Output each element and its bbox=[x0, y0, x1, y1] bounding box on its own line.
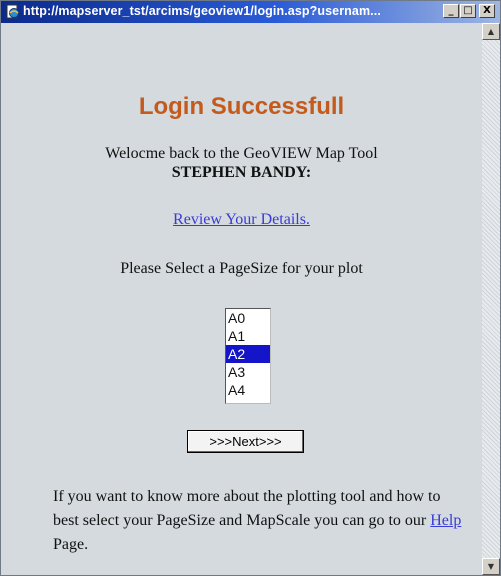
page-content: Login Successfull Welocme back to the Ge… bbox=[1, 23, 482, 575]
help-link[interactable]: Help bbox=[430, 512, 461, 529]
browser-window: http://mapserver_tst/arcims/geoview1/log… bbox=[0, 0, 501, 576]
ie-page-icon bbox=[5, 4, 20, 19]
page-title: Login Successfull bbox=[138, 93, 345, 120]
next-button[interactable]: >>>Next>>> bbox=[187, 430, 304, 453]
maximize-button[interactable]: □ bbox=[460, 4, 476, 18]
title-bar[interactable]: http://mapserver_tst/arcims/geoview1/log… bbox=[1, 1, 500, 23]
info-text: If you want to know more about the plott… bbox=[53, 488, 441, 529]
minimize-icon: _ bbox=[448, 5, 454, 16]
pagesize-option-a3[interactable]: A3 bbox=[226, 363, 270, 381]
info-text-end: Page. bbox=[53, 536, 89, 553]
pagesize-prompt: Please Select a PageSize for your plot bbox=[120, 260, 363, 277]
pagesize-option-a4[interactable]: A4 bbox=[226, 381, 270, 399]
pagesize-option-a2[interactable]: A2 bbox=[226, 345, 270, 363]
scroll-up-arrow-icon: ▲ bbox=[487, 27, 495, 36]
scroll-down-arrow-icon: ▼ bbox=[487, 562, 495, 571]
pagesize-option-a1[interactable]: A1 bbox=[226, 327, 270, 345]
pagesize-option-a0[interactable]: A0 bbox=[226, 309, 270, 327]
welcome-text: Welocme back to the GeoVIEW Map Tool bbox=[105, 145, 378, 162]
window-title: http://mapserver_tst/arcims/geoview1/log… bbox=[23, 4, 381, 18]
review-details-link[interactable]: Review Your Details. bbox=[173, 211, 310, 228]
maximize-icon: □ bbox=[463, 5, 473, 16]
minimize-button[interactable]: _ bbox=[443, 4, 459, 18]
scroll-up-button[interactable]: ▲ bbox=[482, 23, 500, 40]
scroll-down-button[interactable]: ▼ bbox=[482, 558, 500, 575]
username-label: STEPHEN BANDY: bbox=[171, 164, 312, 181]
close-icon: X bbox=[483, 5, 491, 16]
vertical-scrollbar[interactable]: ▲ ▼ bbox=[482, 23, 500, 575]
help-info-paragraph: If you want to know more about the plott… bbox=[53, 485, 463, 557]
pagesize-listbox[interactable]: A0 A1 A2 A3 A4 bbox=[225, 308, 271, 404]
close-button[interactable]: X bbox=[479, 4, 495, 18]
review-details-container: Review Your Details. bbox=[1, 211, 482, 229]
